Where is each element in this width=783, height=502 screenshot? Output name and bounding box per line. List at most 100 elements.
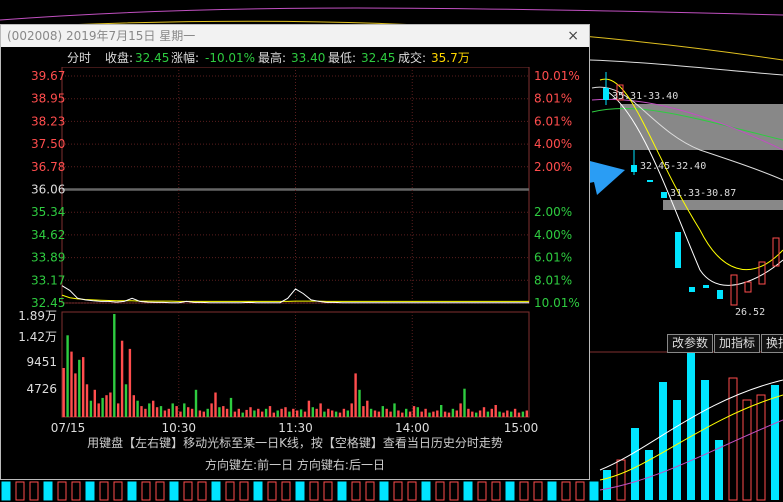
volume-bar [494,405,497,417]
volume-bar [478,410,482,417]
volume-bar [463,388,466,417]
high-value: 33.40 [291,51,326,65]
volume-bar [377,411,381,417]
volume-bar [264,408,268,417]
price-tick-label: 36.78 [31,160,65,174]
percent-tick-label: 6.01% [534,251,572,265]
volume-bar [179,411,182,417]
volume-bar [506,410,509,417]
volume-bar [74,373,77,417]
volume-bar [229,397,233,417]
volume-bar [436,410,439,417]
background-volume-bar [323,481,333,501]
volume-bar [455,410,458,417]
percent-tick-label: 2.00% [534,205,572,219]
volume-bar [490,408,493,417]
close-value: 32.45 [135,51,170,65]
volume-bar [101,397,104,417]
volume-bar [299,409,303,417]
volume-bar [440,405,443,417]
time-tick-label: 14:00 [395,421,430,432]
switch-indicator-button[interactable]: 换指 [761,334,783,353]
change-label: 涨幅: [171,51,200,65]
volume-bar [276,410,279,417]
background-volume-bar [1,481,11,501]
volume-label: 成交: [398,51,427,65]
volume-bar [140,406,143,417]
background-volume-bar [449,481,459,501]
volume-bar [82,357,85,417]
volume-bar [214,392,217,417]
volume-bar [198,410,202,417]
volume-bar [237,408,240,417]
background-volume-bar [281,481,291,501]
dialog-title: (002008) 2019年7月15日 星期一 [7,29,196,43]
volume-bar [85,384,89,417]
close-icon[interactable]: × [567,25,579,47]
quote-info-bar: 分时 收盘: 32.45 涨幅: -10.01% 最高: 33.40 最低: 3… [1,49,589,67]
price-tick-label: 39.67 [31,69,65,83]
volume-bar [132,395,135,417]
volume-bar [159,406,163,417]
volume-bar [206,408,209,417]
volume-bar [381,406,384,417]
price-tick-label: 33.17 [31,273,65,287]
time-tick-label: 07/15 [51,421,86,432]
percent-tick-label: 8.01% [534,92,572,106]
volume-bar [171,403,174,417]
volume-tick-label: 9451 [26,355,57,369]
volume-bar [420,411,423,417]
background-volume-bar [43,481,53,501]
close-label: 收盘: [105,51,134,65]
volume-tick-label: 1.89万 [18,309,57,323]
background-volume-bar [99,481,109,501]
volume-bar [486,411,490,417]
volume-bar [292,408,295,417]
background-volume-bar [57,481,67,501]
volume-tick-label: 4726 [26,382,57,396]
kline-annotation-4: 26.52 [735,307,766,318]
price-tick-label: 33.89 [31,251,65,265]
volume-bar [190,408,194,417]
high-label: 最高: [258,51,287,65]
volume-bar [128,348,132,417]
volume-bar [167,408,170,417]
volume-bar [93,389,96,417]
background-volume-bar [239,481,249,501]
volume-bar [373,410,377,417]
volume-bar [385,408,388,417]
price-tick-label: 36.06 [31,183,65,197]
volume-bar [136,400,139,417]
background-volume-bar [71,481,81,501]
volume-bar [315,408,318,417]
volume-bar [288,411,291,417]
volume-bar [144,408,147,417]
volume-bar [97,403,100,417]
volume-bar [521,411,525,417]
intraday-chart[interactable]: 39.67 10.01% 38.95 8.01% 38.23 6.01% 37.50 4.00… [1,67,589,432]
volume-bar [124,384,128,417]
volume-bar [362,406,365,417]
kline-annotation-1: 35.31-33.40 [612,91,679,102]
volume-bar [451,408,455,417]
volume-bar [272,412,275,417]
volume-bar [117,403,120,417]
background-volume-bar [491,481,501,501]
volume-bar [412,406,416,417]
background-volume-bar [379,481,389,501]
background-volume-bar [421,481,431,501]
volume-bar [354,373,357,417]
volume-bar [194,389,198,417]
background-volume-bar [169,481,179,501]
volume-bar [307,400,311,417]
edit-params-button[interactable]: 改参数 [667,334,714,353]
keyboard-hint: 用键盘【左右键】移动光标至某一日K线，按【空格键】查看当日历史分时走势 [87,436,503,450]
volume-bar [389,411,392,417]
price-tick-label: 34.62 [31,228,65,242]
background-volume-bar [225,481,235,501]
add-indicator-button[interactable]: 加指标 [714,334,761,353]
percent-tick-label: 8.01% [534,273,572,287]
background-volume-bar [589,481,599,501]
background-volume-bar [113,481,123,501]
volume-bar [183,403,186,417]
